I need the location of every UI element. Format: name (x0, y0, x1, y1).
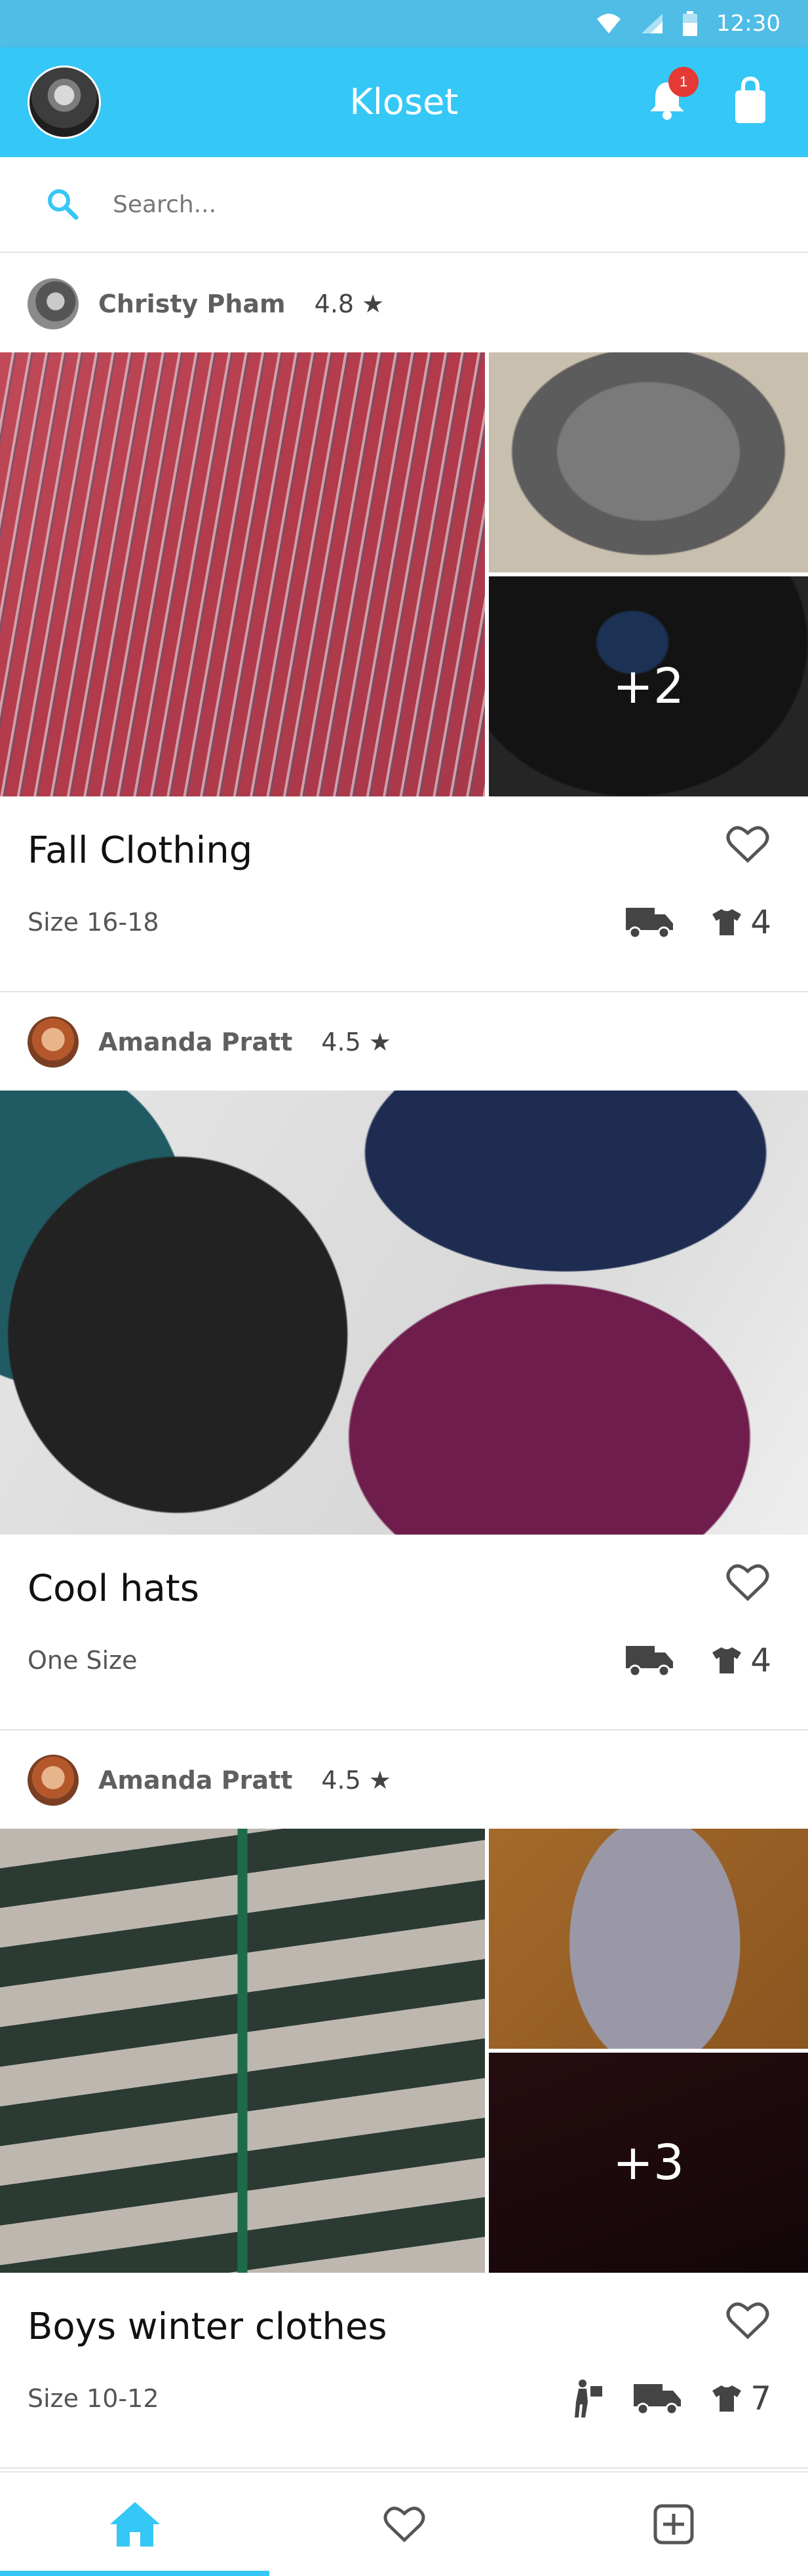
favorite-heart-icon[interactable] (726, 824, 769, 865)
item-count-value: 7 (750, 2380, 771, 2417)
item-count-value: 4 (750, 1641, 771, 1679)
status-bar: 12:30 (0, 0, 808, 47)
favorite-heart-icon[interactable] (726, 1562, 769, 1603)
status-time: 12:30 (716, 10, 780, 37)
listing-card[interactable]: Amanda Pratt 4.5 ★ +3 Boys winter clothe… (0, 1730, 808, 2469)
shopping-bag-icon (735, 76, 765, 123)
tshirt-icon (712, 1647, 742, 1673)
item-count: 4 (711, 903, 771, 941)
app-bar: Kloset 1 (0, 47, 808, 157)
listing-meta: 7 (573, 2372, 771, 2425)
listing-photos[interactable]: +2 (0, 352, 808, 796)
listing-card[interactable]: Christy Pham 4.8 ★ +2 Fall Clothing Size… (0, 254, 808, 992)
listing-size: One Size (28, 1646, 138, 1675)
photo-black-hoodie[interactable]: +2 (489, 576, 808, 796)
tshirt-icon (712, 2385, 742, 2412)
search-input[interactable] (111, 181, 767, 228)
seller-info[interactable]: Amanda Pratt 4.5 ★ (28, 1754, 391, 1806)
shipping-truck-icon (626, 908, 674, 939)
tab-add-listing[interactable] (539, 2473, 808, 2576)
seller-rating: 4.5 ★ (321, 1028, 391, 1056)
search-icon (48, 189, 79, 220)
wifi-icon (597, 14, 621, 33)
seller-name: Christy Pham (98, 289, 286, 318)
seller-avatar (28, 1755, 79, 1806)
battery-icon (683, 11, 698, 36)
seller-avatar (28, 1017, 79, 1068)
listing-card[interactable]: Amanda Pratt 4.5 ★ Cool hats One Size 4 (0, 992, 808, 1730)
tab-favorites[interactable] (269, 2473, 539, 2576)
more-photos-count: +2 (489, 576, 808, 796)
bottom-navigation (0, 2471, 808, 2576)
listing-size: Size 10-12 (28, 2384, 159, 2413)
photo-gray-vest[interactable] (489, 352, 808, 572)
item-count: 7 (711, 2380, 771, 2417)
seller-name: Amanda Pratt (98, 1766, 293, 1795)
favorite-heart-icon[interactable] (726, 2300, 769, 2341)
signal-icon (642, 14, 663, 33)
seller-name: Amanda Pratt (98, 1028, 293, 1056)
pickup-person-icon (575, 2380, 603, 2417)
listing-meta: 4 (625, 896, 771, 948)
photo-knit-hats[interactable] (0, 1091, 808, 1535)
tshirt-icon (712, 909, 742, 935)
listing-meta: 4 (625, 1634, 771, 1687)
listing-title: Cool hats (28, 1567, 199, 1610)
photo-striped-fleece[interactable] (0, 1829, 485, 2273)
photo-striped-shirt[interactable] (0, 352, 485, 796)
listing-photos[interactable] (0, 1091, 808, 1535)
seller-info[interactable]: Amanda Pratt 4.5 ★ (28, 1016, 391, 1068)
shipping-truck-icon (634, 2384, 682, 2416)
add-listing-icon (653, 2504, 693, 2545)
listing-title: Boys winter clothes (28, 2305, 387, 2348)
photo-gray-pants[interactable] (489, 1829, 808, 2049)
listing-photos[interactable]: +3 (0, 1829, 808, 2273)
seller-info[interactable]: Christy Pham 4.8 ★ (28, 278, 384, 330)
item-count: 4 (711, 1641, 771, 1679)
cart-button[interactable] (727, 76, 773, 126)
seller-avatar (28, 278, 79, 329)
seller-rating: 4.5 ★ (321, 1766, 391, 1795)
photo-dark-sweater[interactable]: +3 (489, 2053, 808, 2273)
home-icon (109, 2502, 160, 2547)
more-photos-count: +3 (489, 2053, 808, 2273)
search-bar (0, 157, 808, 253)
listing-size: Size 16-18 (28, 908, 159, 937)
shipping-truck-icon (626, 1646, 674, 1677)
tab-home[interactable] (0, 2473, 269, 2576)
notification-badge: 1 (668, 67, 699, 97)
seller-rating: 4.8 ★ (314, 289, 385, 318)
item-count-value: 4 (750, 903, 771, 941)
listing-title: Fall Clothing (28, 829, 253, 872)
favorites-icon (383, 2507, 425, 2543)
